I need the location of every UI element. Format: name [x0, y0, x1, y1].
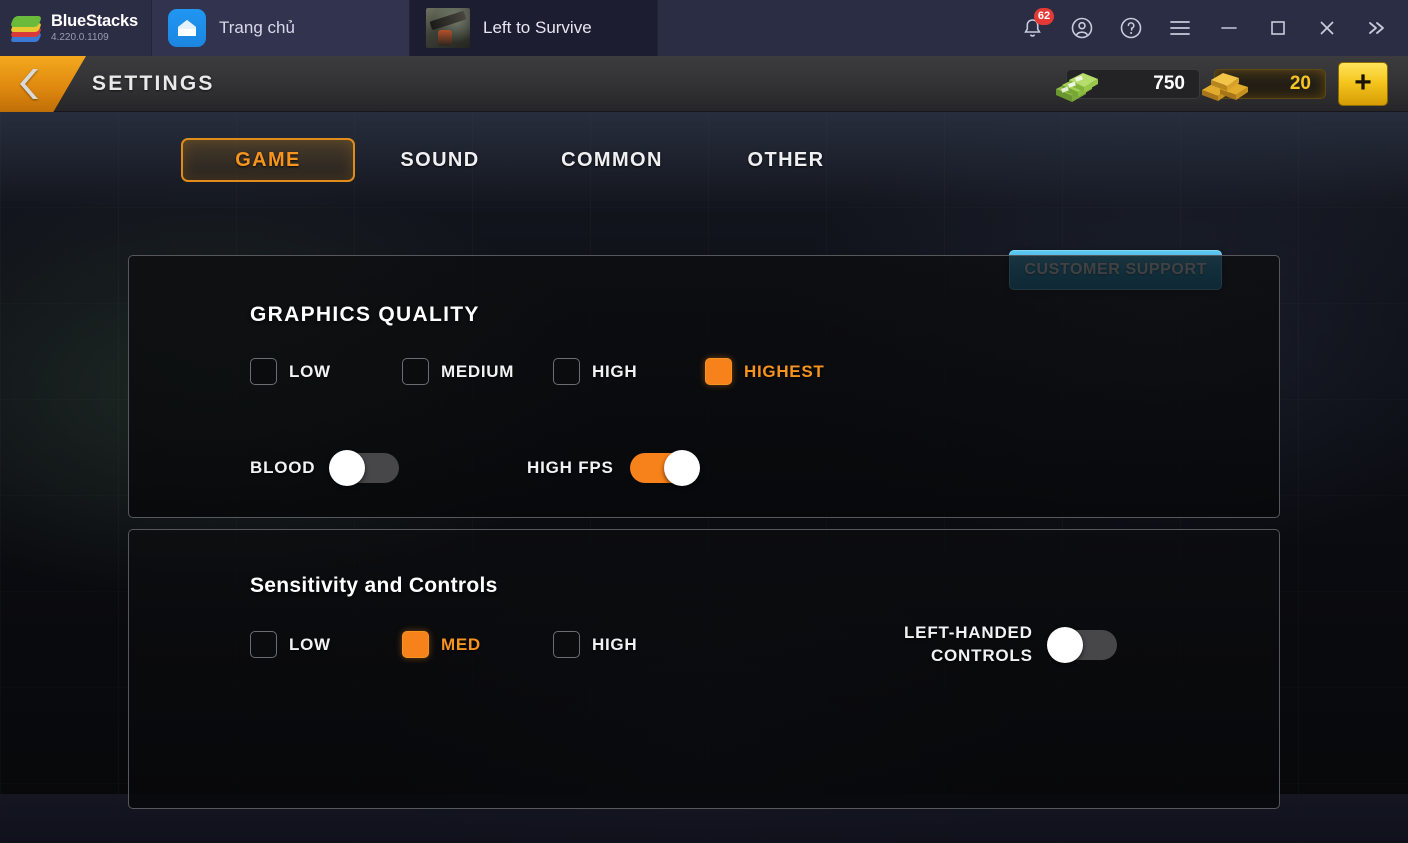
graphics-quality-title: GRAPHICS QUALITY [250, 303, 480, 326]
checkbox-sensitivity-med[interactable]: MED [402, 631, 481, 658]
window-titlebar: BlueStacks 4.220.0.1109 Trang chủ Left t… [0, 0, 1408, 56]
window-controls: 62 [1008, 0, 1408, 56]
brand-version: 4.220.0.1109 [51, 31, 109, 43]
gold-bars-icon [1198, 65, 1252, 108]
maximize-icon[interactable] [1253, 0, 1302, 56]
tab-label: GAME [235, 148, 301, 171]
toggle-blood[interactable]: BLOOD [250, 450, 400, 486]
currency-gold[interactable]: 20 [1202, 67, 1326, 101]
checkbox-label: LOW [289, 634, 331, 654]
sensitivity-controls-panel: Sensitivity and Controls LOW MED HIGH LE… [128, 529, 1280, 809]
checkbox-box-icon [553, 358, 580, 385]
tab-trang-chu[interactable]: Trang chủ [152, 0, 410, 56]
tab-label: COMMON [561, 148, 663, 171]
tab-other[interactable]: OTHER [714, 138, 858, 182]
checkbox-label: MED [441, 634, 481, 654]
checkbox-box-icon [250, 631, 277, 658]
toggle-label-line1: LEFT-HANDED [904, 623, 1033, 642]
minimize-icon[interactable] [1204, 0, 1253, 56]
bluestacks-logo-icon [9, 14, 43, 42]
brand-name: BlueStacks [51, 12, 138, 31]
close-icon[interactable] [1302, 0, 1351, 56]
titlebar-spacer [658, 0, 1008, 56]
checkbox-label: HIGH [592, 634, 638, 654]
page-title: SETTINGS [92, 71, 215, 95]
checkbox-graphics-medium[interactable]: MEDIUM [402, 358, 514, 385]
checkbox-label: HIGHEST [744, 361, 825, 381]
checkbox-sensitivity-high[interactable]: HIGH [553, 631, 637, 658]
toggle-knob [1046, 626, 1083, 663]
tab-label: SOUND [400, 148, 480, 171]
graphics-quality-panel: GRAPHICS QUALITY LOW MEDIUM HIGH HIGHEST… [128, 255, 1280, 518]
settings-header: SETTINGS 750 20 + [0, 56, 1408, 112]
cash-stack-icon [1050, 65, 1102, 108]
checkbox-sensitivity-low[interactable]: LOW [250, 631, 331, 658]
tab-game[interactable]: GAME [181, 138, 355, 182]
expand-icon[interactable] [1351, 0, 1400, 56]
checkbox-box-icon [250, 358, 277, 385]
toggle-knob [663, 450, 700, 486]
back-chevron-icon [18, 67, 44, 101]
toggle-switch-high-fps[interactable] [629, 450, 700, 486]
toggle-switch-blood[interactable] [329, 450, 400, 486]
checkbox-graphics-low[interactable]: LOW [250, 358, 331, 385]
back-button[interactable] [0, 56, 86, 112]
checkbox-box-icon [553, 631, 580, 658]
checkbox-label: MEDIUM [441, 361, 515, 381]
bluestacks-brand: BlueStacks 4.220.0.1109 [0, 0, 152, 56]
home-icon [168, 9, 206, 47]
checkbox-label: HIGH [592, 361, 638, 381]
toggle-label: HIGH FPS [527, 457, 614, 477]
tab-sound[interactable]: SOUND [370, 138, 510, 182]
account-icon[interactable] [1057, 0, 1106, 56]
game-content-area: GAME SOUND COMMON OTHER CUSTOMER SUPPORT… [0, 112, 1408, 843]
menu-icon[interactable] [1155, 0, 1204, 56]
checkbox-label: LOW [289, 361, 331, 381]
checkbox-box-icon [402, 358, 429, 385]
notification-badge: 62 [1034, 8, 1054, 25]
toggle-label: LEFT-HANDED CONTROLS [904, 622, 1033, 668]
tab-left-to-survive[interactable]: Left to Survive [410, 0, 658, 56]
toggle-label: BLOOD [250, 457, 316, 477]
toggle-label-line2: CONTROLS [930, 645, 1033, 665]
tab-label: OTHER [747, 148, 825, 171]
checkbox-graphics-highest[interactable]: HIGHEST [705, 358, 824, 385]
checkbox-box-icon [705, 358, 732, 385]
sensitivity-title: Sensitivity and Controls [250, 574, 498, 597]
toggle-switch-left-handed[interactable] [1046, 626, 1117, 663]
notifications-icon[interactable]: 62 [1008, 0, 1057, 56]
currency-cash[interactable]: 750 [1056, 67, 1200, 102]
currency-bar: 750 20 + [1056, 56, 1388, 112]
help-icon[interactable] [1106, 0, 1155, 56]
checkbox-box-icon [402, 631, 429, 658]
toggle-left-handed-controls[interactable]: LEFT-HANDED CONTROLS [904, 622, 1117, 668]
checkbox-graphics-high[interactable]: HIGH [553, 358, 637, 385]
game-thumbnail-icon [426, 8, 470, 48]
settings-tabs: GAME SOUND COMMON OTHER [0, 112, 1408, 208]
tab-label: Left to Survive [483, 18, 592, 37]
tab-label: Trang chủ [219, 18, 295, 37]
tab-common[interactable]: COMMON [528, 138, 696, 182]
add-currency-button[interactable]: + [1338, 62, 1388, 106]
toggle-high-fps[interactable]: HIGH FPS [527, 450, 700, 486]
plus-label: + [1354, 65, 1372, 99]
